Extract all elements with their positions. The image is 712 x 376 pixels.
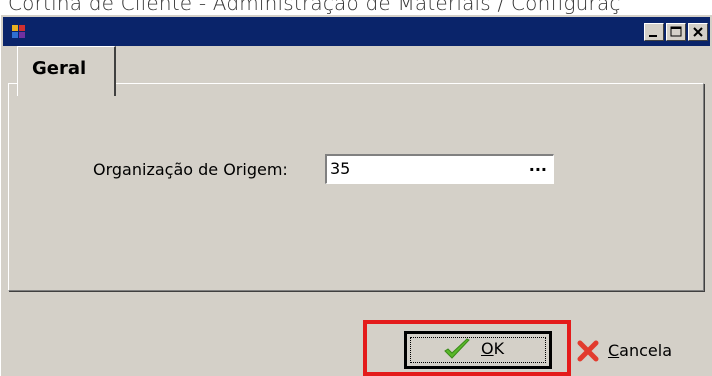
ok-button[interactable]: OK [404,331,552,369]
close-icon [693,27,703,37]
origin-organization-field[interactable]: 35 ... [325,154,554,184]
origin-organization-value: 35 [330,159,351,178]
checkmark-icon [444,338,470,359]
minimize-button[interactable] [644,23,664,41]
origin-organization-label: Organização de Origem: [93,160,288,179]
close-button[interactable] [688,23,708,41]
cancel-label: Cancela [608,341,673,360]
document-caption: Cortina de Cliente - Administração de Ma… [8,0,621,15]
lookup-button[interactable]: ... [529,156,547,175]
x-icon [577,340,599,362]
maximize-button[interactable] [666,23,686,41]
cancel-button[interactable]: Cancela [576,336,696,366]
tab-panel [8,83,704,291]
tab-geral[interactable]: Geral [17,46,116,96]
title-bar[interactable] [3,17,710,46]
minimize-icon [649,35,657,37]
tab-label: Geral [32,58,87,79]
ok-label: OK [481,339,505,358]
maximize-icon [670,26,682,37]
focus-rect [410,337,546,363]
app-icon [11,23,27,39]
